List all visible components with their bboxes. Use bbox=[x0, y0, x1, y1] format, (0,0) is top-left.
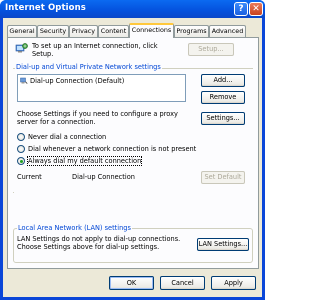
radio-never-dial-label[interactable]: Never dial a connection bbox=[28, 133, 106, 141]
tab-programs[interactable]: Programs bbox=[174, 25, 209, 37]
setup-text-line2: Setup. bbox=[32, 50, 54, 58]
radio-dial-whenever[interactable] bbox=[17, 145, 25, 153]
remove-button[interactable]: Remove bbox=[201, 91, 245, 104]
lan-settings-button[interactable]: LAN Settings... bbox=[197, 238, 249, 251]
help-button[interactable]: ? bbox=[234, 2, 248, 16]
current-connection-value: Dial-up Connection bbox=[72, 173, 135, 181]
setup-button[interactable]: Setup... bbox=[188, 43, 234, 56]
ok-button[interactable]: OK bbox=[109, 276, 154, 290]
lan-text-line2: Choose Settings above for dial-up settin… bbox=[17, 243, 160, 251]
settings-button[interactable]: Settings... bbox=[201, 112, 245, 125]
dialup-group-bottom bbox=[13, 192, 14, 193]
set-default-button[interactable]: Set Default bbox=[201, 171, 245, 184]
connections-listbox[interactable]: Dial-up Connection (Default) bbox=[17, 74, 186, 102]
connections-panel: To set up an Internet connection, click … bbox=[7, 37, 259, 269]
tab-general[interactable]: General bbox=[7, 25, 37, 37]
connection-list-item[interactable]: Dial-up Connection (Default) bbox=[30, 77, 124, 85]
lan-group-title: Local Area Network (LAN) settings bbox=[17, 224, 132, 232]
proxy-text-line1: Choose Settings if you need to configure… bbox=[17, 110, 178, 118]
tab-connections[interactable]: Connections bbox=[129, 23, 174, 38]
dialog-body: General Security Privacy Content Connect… bbox=[3, 18, 262, 297]
radio-always-dial[interactable] bbox=[17, 157, 25, 165]
tab-privacy[interactable]: Privacy bbox=[69, 25, 98, 37]
tab-advanced[interactable]: Advanced bbox=[209, 25, 246, 37]
connection-wizard-icon bbox=[15, 42, 28, 55]
dialup-connection-icon bbox=[20, 77, 28, 85]
current-label: Current bbox=[17, 173, 42, 181]
internet-options-window: Internet Options ? ✕ General Security Pr… bbox=[0, 0, 265, 300]
window-title: Internet Options bbox=[5, 3, 86, 13]
setup-text-line1: To set up an Internet connection, click bbox=[32, 42, 158, 50]
radio-always-dial-label[interactable]: Always dial my default connection bbox=[26, 156, 143, 166]
apply-button[interactable]: Apply bbox=[211, 276, 256, 290]
cancel-button[interactable]: Cancel bbox=[160, 276, 205, 290]
tab-strip: General Security Privacy Content Connect… bbox=[7, 23, 259, 38]
tab-security[interactable]: Security bbox=[37, 25, 69, 37]
title-bar[interactable]: Internet Options ? ✕ bbox=[0, 0, 265, 18]
proxy-text-line2: server for a connection. bbox=[17, 118, 96, 126]
tab-content[interactable]: Content bbox=[98, 25, 129, 37]
radio-never-dial[interactable] bbox=[17, 133, 25, 141]
lan-text-line1: LAN Settings do not apply to dial-up con… bbox=[17, 235, 181, 243]
add-button[interactable]: Add... bbox=[201, 74, 245, 87]
radio-dial-whenever-label[interactable]: Dial whenever a network connection is no… bbox=[28, 145, 196, 153]
dialup-group-title: Dial-up and Virtual Private Network sett… bbox=[15, 63, 162, 71]
close-button[interactable]: ✕ bbox=[249, 2, 263, 16]
